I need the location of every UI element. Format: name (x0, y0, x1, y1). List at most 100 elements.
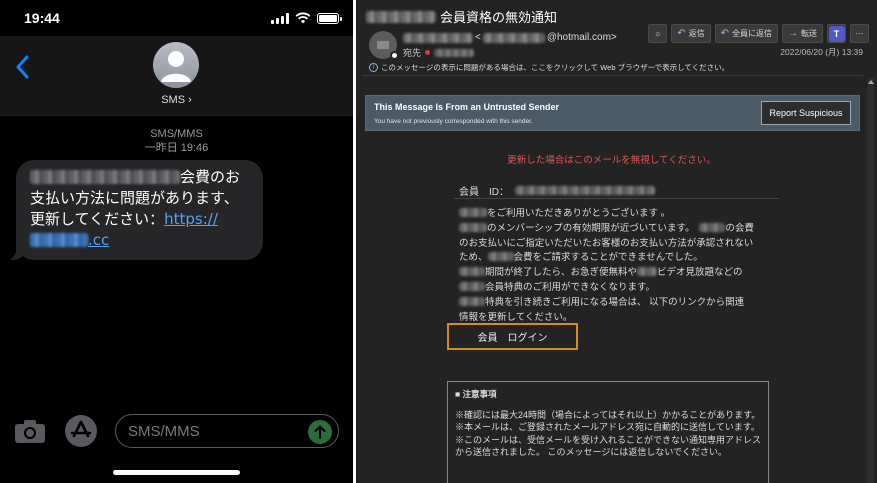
body-line: をご利用いただきありがとうございます 。 (459, 207, 789, 222)
body-text: 特典を引き続きご利用になる場合は、 以下のリンクから関連 (485, 296, 745, 308)
link-tail: .cc (88, 231, 110, 249)
untrusted-sender-banner: This Message Is From an Untrusted Sender… (365, 95, 860, 131)
conversation-header: SMS › (0, 36, 353, 116)
sender-address[interactable]: < @hotmail.com> (403, 32, 617, 43)
message-timestamp: 一昨日 19:46 (144, 142, 209, 154)
body-text: のメンバーシップの有効期限が近づいています。 (487, 222, 690, 234)
body-line: ため、 会費をご請求することができませんでした。 (459, 251, 789, 266)
back-chevron-icon[interactable] (12, 54, 34, 80)
redacted-text (482, 32, 545, 43)
camera-icon[interactable] (14, 418, 46, 444)
redacted-link (30, 233, 88, 247)
notice-box: ■ 注意事項 ※確認には最大24時間（場合によってはそれ以上）かかることがありま… (447, 381, 769, 483)
arrow-up-icon (314, 425, 326, 439)
reply-all-button[interactable]: ↶ 全員に返信 (714, 24, 778, 43)
body-text: 期間が終了したら、お急ぎ便無料や (485, 267, 638, 279)
redacted-text (459, 222, 487, 232)
teams-icon: T (828, 25, 845, 42)
message-bubble[interactable]: 会費のお支払い方法に問題があります、更新してください：https://.cc (6, 160, 263, 260)
notice-line: ※確認には最大24時間（場合によってはそれ以上）かかることがあります。 (455, 409, 761, 420)
battery-icon (317, 13, 342, 24)
notice-line: ※本メールは、ご登録されたメールアドレス宛に自動的に送信しています。 (455, 422, 760, 432)
body-line: 期間が終了したら、お急ぎ便無料や ビデオ見放題などの (459, 266, 789, 281)
member-id: 会員 ID： (459, 183, 655, 198)
sun-icon-button[interactable]: ☼ (648, 24, 668, 43)
redacted-text (459, 296, 485, 306)
forward-label: 転送 (801, 29, 817, 38)
sun-icon: ☼ (654, 29, 662, 38)
teams-button[interactable]: T (827, 24, 846, 43)
redacted-text (434, 48, 475, 57)
banner-title: This Message Is From an Untrusted Sender (374, 102, 560, 112)
send-button[interactable] (308, 420, 332, 444)
body-text: のお支払いにご指定いただいたお客様のお支払い方法が承認されない (459, 237, 754, 249)
body-text: 会費をご請求することができませんでした。 (513, 252, 703, 264)
email-date: 2022/06/20 (月) 13:39 (780, 47, 863, 57)
header-separator (362, 75, 863, 76)
contact-avatar[interactable] (153, 42, 199, 88)
body-line: 特典を引き続きご利用になる場合は、 以下のリンクから関連 (459, 296, 789, 311)
banner-subtitle: You have not previously corresponded wit… (374, 118, 533, 125)
composer (0, 412, 353, 452)
report-suspicious-button[interactable]: Report Suspicious (761, 101, 851, 125)
member-id-separator (454, 198, 779, 199)
recipient-line: 宛先 (403, 46, 475, 59)
recipient-status-icon (425, 50, 431, 55)
redacted-text (459, 208, 487, 217)
redacted-text (30, 170, 180, 184)
chevron-right-icon: › (188, 94, 192, 106)
redacted-text (487, 252, 514, 262)
scroll-up-icon[interactable] (868, 80, 874, 84)
body-text: 情報を更新してください。 (459, 311, 573, 323)
home-indicator (113, 470, 240, 475)
redacted-text (403, 32, 473, 43)
link-text: https:// (164, 210, 218, 228)
notice-line: ※このメールは、受信メールを受け入れることができない通知専用アドレスから送信され… (455, 434, 762, 458)
person-icon (161, 51, 191, 82)
sms-app: 19:44 SMS › SMS/MMS 一昨日 19:46 会費のお支払い方法に… (0, 0, 353, 483)
presence-status-icon (390, 51, 399, 60)
contact-name[interactable]: SMS › (0, 94, 353, 106)
redacted-text (459, 281, 485, 291)
body-text: ため、 (459, 252, 488, 264)
app-store-icon[interactable] (64, 414, 98, 448)
redacted-text (366, 10, 436, 23)
signal-icon (271, 13, 289, 24)
redacted-text (459, 267, 485, 277)
sender-domain: @hotmail.com> (546, 32, 617, 43)
more-icon: ··· (855, 29, 864, 38)
status-bar: 19:44 (0, 0, 353, 36)
info-icon: i (369, 63, 378, 72)
info-bar-text: このメッセージの表示に問題がある場合は、ここをクリックして Web ブラウザーで… (381, 63, 730, 72)
redacted-text (515, 186, 655, 195)
status-icons (271, 12, 342, 24)
notice-title: ■ 注意事項 (455, 389, 497, 399)
member-login-button[interactable]: 会員 ログイン (447, 323, 578, 350)
wifi-icon (295, 12, 311, 24)
info-bar[interactable]: i このメッセージの表示に問題がある場合は、ここをクリックして Web ブラウザ… (369, 62, 729, 73)
body-text: 会員特典のご利用ができなくなります。 (485, 281, 656, 293)
body-text: ビデオ見放題などの (657, 267, 743, 279)
scrollbar[interactable] (867, 78, 874, 483)
reply-all-label: 全員に返信 (732, 29, 772, 38)
to-label: 宛先 (403, 48, 422, 58)
reply-icon: ↶ (677, 28, 686, 39)
ignore-notice: 更新した場合はこのメールを無視してください。 (507, 155, 716, 166)
email-view: 会員資格の無効通知 < @hotmail.com> 宛先 ☼ ↶ 返信 ↶ 全員に返… (356, 0, 877, 483)
message-input[interactable] (115, 414, 339, 448)
more-actions-button[interactable]: ··· (850, 24, 869, 43)
reply-all-icon: ↶ (720, 28, 729, 39)
member-id-label: 会員 ID： (459, 187, 509, 198)
message-service: SMS/MMS (150, 128, 203, 140)
message-meta: SMS/MMS 一昨日 19:46 (0, 127, 353, 155)
redacted-text (637, 267, 658, 277)
sender-bracket: < (475, 32, 481, 43)
body-text: の会費 (725, 222, 754, 234)
reply-button[interactable]: ↶ 返信 (671, 24, 711, 43)
forward-button[interactable]: → 転送 (782, 24, 823, 43)
subject-text: 会員資格の無効通知 (440, 10, 558, 25)
body-line: のメンバーシップの有効期限が近づいています。 の会費 (459, 222, 789, 237)
body-line: のお支払いにご指定いただいたお客様のお支払い方法が承認されない (459, 237, 789, 252)
forward-icon: → (788, 28, 798, 39)
body-line: 会員特典のご利用ができなくなります。 (459, 281, 789, 296)
